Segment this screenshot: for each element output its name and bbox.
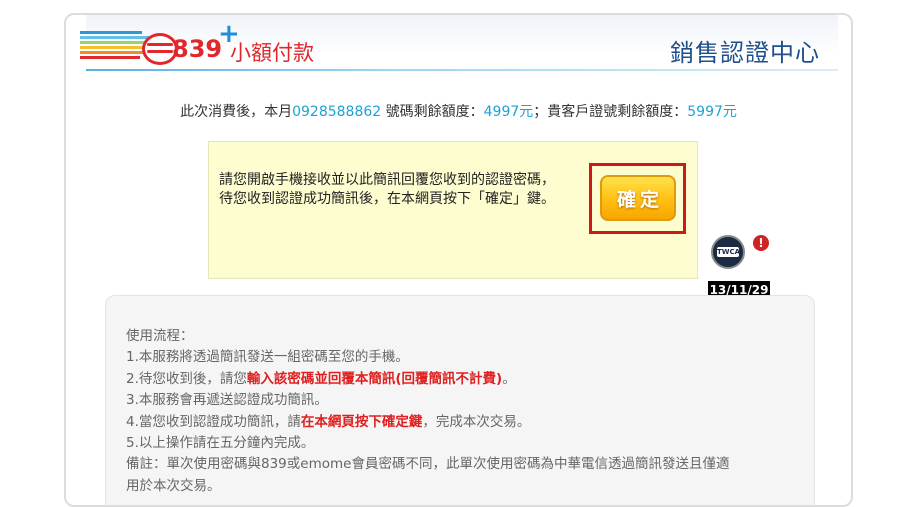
header: 839 + 小額付款 銷售認證中心 xyxy=(80,15,838,71)
step-2-suffix: 。 xyxy=(502,370,516,387)
confirm-highlight-frame: 確定 xyxy=(589,163,686,234)
process-step-5: 5.以上操作請在五分鐘內完成。 xyxy=(126,434,315,451)
process-step-4: 4.當您收到認證成功簡訊，請在本網頁按下確定鍵，完成本次交易。 xyxy=(126,412,729,433)
instruction-line-2: 待您收到認證成功簡訊後，在本網頁按下「確定」鍵。 xyxy=(219,191,555,207)
alert-icon: ! xyxy=(753,235,769,251)
twca-security-badge[interactable]: TWCA ! 13/11/29 xyxy=(708,235,776,299)
step-4-prefix: 4.當您收到認證成功簡訊，請 xyxy=(126,413,301,430)
page-frame: 839 + 小額付款 銷售認證中心 此次消費後，本月0928588862 號碼剩… xyxy=(64,13,853,507)
header-divider xyxy=(86,69,838,71)
step-2-prefix: 2.待您收到後，請您 xyxy=(126,370,247,387)
step-4-highlight: 在本網頁按下確定鍵 xyxy=(300,413,423,430)
process-note-line-2: 用於本次交易。 xyxy=(126,477,221,494)
logo-text: 小額付款 xyxy=(230,41,314,65)
currency-unit-1: 元 xyxy=(519,104,534,120)
step-2-highlight: 輸入該密碼並回覆本簡訊(回覆簡訊不計費) xyxy=(246,370,503,387)
twca-seal-icon: TWCA xyxy=(711,235,745,269)
process-panel: 使用流程： 1.本服務將透過簡訊發送一組密碼至您的手機。 2.待您收到後，請您輸… xyxy=(105,295,815,505)
instruction-text: 請您開啟手機接收並以此簡訊回覆您收到的認證密碼， 待您收到認證成功簡訊後，在本網… xyxy=(219,171,555,209)
quota-summary: 此次消費後，本月0928588862 號碼剩餘額度：4997元；貴客戶證號剩餘額… xyxy=(66,101,851,121)
process-step-3: 3.本服務會再遞送認證成功簡訊。 xyxy=(126,392,328,409)
currency-unit-2: 元 xyxy=(722,104,737,120)
step-4-suffix: ，完成本次交易。 xyxy=(422,413,531,430)
process-step-2: 2.待您收到後，請您輸入該密碼並回覆本簡訊(回覆簡訊不計費)。 xyxy=(126,369,729,390)
process-steps: 使用流程： 1.本服務將透過簡訊發送一組密碼至您的手機。 2.待您收到後，請您輸… xyxy=(126,326,729,497)
summary-prefix: 此次消費後，本月 xyxy=(180,104,293,120)
twca-seal-text: TWCA xyxy=(717,247,741,257)
process-note-line-1: 備註：單次使用密碼與839或emome會員密碼不同，此單次使用密碼為中華電信透過… xyxy=(126,456,730,473)
id-remaining-amount: 5997 xyxy=(687,104,723,120)
confirm-button[interactable]: 確定 xyxy=(600,175,676,221)
instruction-box: 請您開啟手機接收並以此簡訊回覆您收到的認證密碼， 待您收到認證成功簡訊後，在本網… xyxy=(208,141,698,279)
logo-number: 839 xyxy=(172,35,223,63)
process-title: 使用流程： xyxy=(126,328,194,344)
phone-remaining-amount: 4997 xyxy=(483,104,520,120)
phone-number: 0928588862 xyxy=(292,104,382,120)
839-logo[interactable]: 839 + 小額付款 xyxy=(80,19,340,69)
process-step-1: 1.本服務將透過簡訊發送一組密碼至您的手機。 xyxy=(126,349,409,366)
summary-mid2: ；貴客戶證號剩餘額度： xyxy=(533,104,688,120)
summary-mid1: 號碼剩餘額度： xyxy=(381,104,484,120)
instruction-line-1: 請您開啟手機接收並以此簡訊回覆您收到的認證密碼， xyxy=(219,172,555,188)
page-title: 銷售認證中心 xyxy=(670,39,820,67)
